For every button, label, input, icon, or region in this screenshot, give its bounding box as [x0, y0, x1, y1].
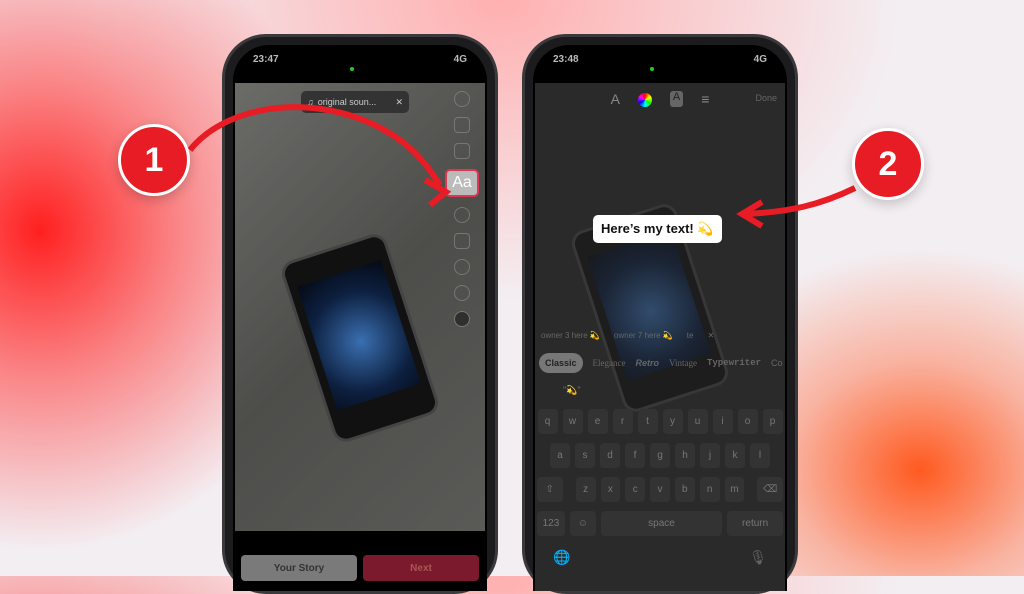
annotation-arrows [187, 104, 857, 229]
step-badge-2: 2 [852, 128, 924, 200]
arrow-2 [744, 185, 857, 217]
step-badge-1: 1 [118, 124, 190, 196]
arrow-1 [187, 104, 443, 187]
arrow-1-head [423, 177, 452, 208]
